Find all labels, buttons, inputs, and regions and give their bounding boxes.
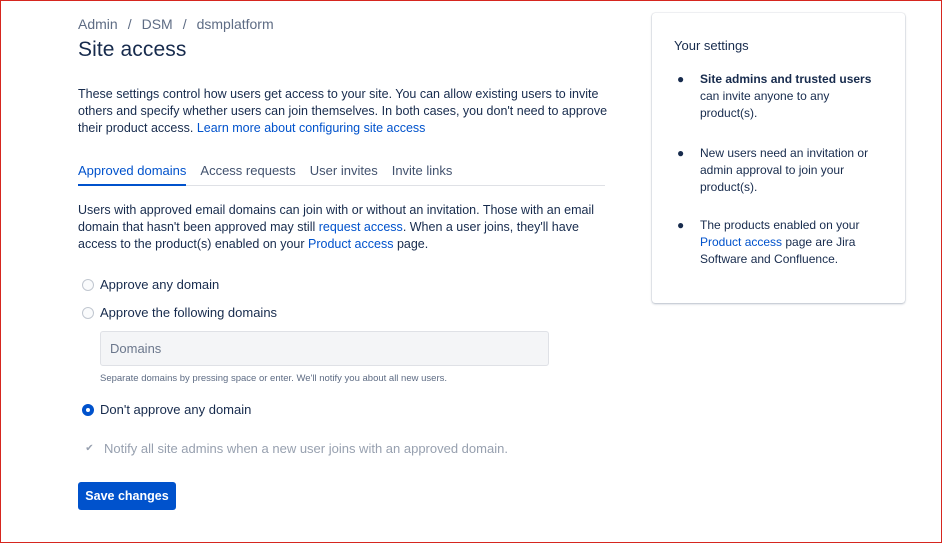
option-label: Approve the following domains — [100, 305, 278, 320]
checkmark-icon[interactable]: ✔ — [84, 443, 95, 454]
settings-item-trusted-users: ● Site admins and trusted users can invit… — [674, 71, 889, 122]
bullet-icon: ● — [677, 146, 685, 160]
breadcrumb-admin[interactable]: Admin — [78, 16, 118, 32]
bullet-icon: ● — [677, 72, 685, 86]
option-approve-any-domain[interactable]: Approve any domain — [82, 277, 219, 292]
tab-approved-domains[interactable]: Approved domains — [78, 163, 187, 186]
learn-more-link[interactable]: Learn more about configuring site access — [197, 121, 426, 135]
breadcrumb-dsm[interactable]: DSM — [142, 16, 173, 32]
settings-item-text: New users need an invitation or admin ap… — [700, 146, 869, 194]
radio-approve-following-domains[interactable] — [82, 306, 94, 319]
tab-user-invites[interactable]: User invites — [310, 163, 378, 186]
notify-admins-label: Notify all site admins when a new user j… — [104, 441, 508, 456]
radio-approve-any-domain[interactable] — [82, 278, 94, 291]
your-settings-panel: Your settings ● Site admins and trusted u… — [652, 13, 905, 303]
settings-item-text: can invite anyone to any product(s). — [700, 89, 830, 120]
notify-admins-checkbox[interactable]: ✔ Notify all site admins when a new user… — [84, 441, 508, 456]
panel-product-access-link[interactable]: Product access — [700, 235, 782, 249]
breadcrumb: Admin / DSM / dsmplatform — [78, 16, 274, 32]
domains-input[interactable] — [100, 331, 549, 366]
tab-access-requests[interactable]: Access requests — [200, 163, 295, 186]
breadcrumb-separator: / — [127, 16, 132, 32]
settings-item-text: The products enabled on your — [700, 218, 860, 232]
breadcrumb-dsmplatform[interactable]: dsmplatform — [197, 16, 274, 32]
page-title: Site access — [78, 38, 187, 61]
domains-helper-text: Separate domains by pressing space or en… — [100, 373, 447, 384]
radio-dont-approve-any-domain[interactable] — [82, 403, 94, 416]
settings-item-bold: Site admins and trusted users — [700, 72, 872, 86]
tab-invite-links[interactable]: Invite links — [392, 163, 453, 186]
tab-bar: Approved domains Access requests User in… — [78, 163, 605, 186]
option-label: Don't approve any domain — [100, 402, 252, 417]
option-dont-approve-any-domain[interactable]: Don't approve any domain — [82, 402, 251, 417]
desc-part3: page. — [393, 237, 429, 251]
save-changes-button[interactable]: Save changes — [78, 482, 176, 510]
bullet-icon: ● — [677, 218, 685, 232]
option-approve-following-domains[interactable]: Approve the following domains — [82, 305, 277, 320]
approved-domains-description: Users with approved email domains can jo… — [78, 202, 608, 253]
settings-item-products: ● The products enabled on your Product ac… — [674, 217, 889, 268]
settings-item-new-users: ● New users need an invitation or admin a… — [674, 145, 889, 196]
option-label: Approve any domain — [100, 277, 220, 292]
panel-title: Your settings — [674, 38, 749, 53]
breadcrumb-separator: / — [182, 16, 187, 32]
product-access-link[interactable]: Product access — [308, 237, 393, 251]
intro-text: These settings control how users get acc… — [78, 86, 608, 137]
request-access-link[interactable]: request access — [319, 220, 403, 234]
